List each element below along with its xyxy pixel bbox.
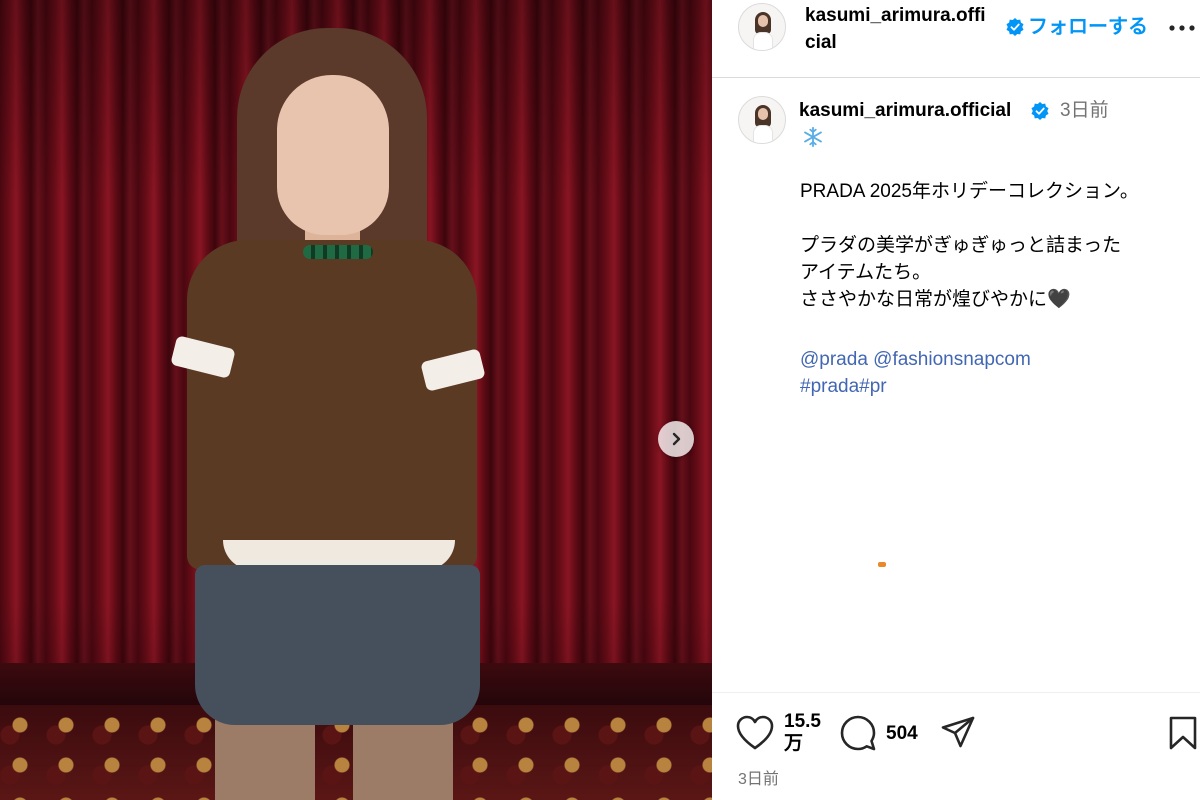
- speech-bubble-icon[interactable]: [840, 715, 876, 751]
- post-media[interactable]: [0, 0, 712, 800]
- model-figure: [165, 20, 495, 800]
- bookmark-icon[interactable]: [1168, 715, 1198, 751]
- author-avatar[interactable]: [738, 3, 786, 51]
- verified-badge-icon: [1006, 18, 1024, 36]
- green-jewel-necklace: [303, 245, 373, 259]
- caption-timestamp[interactable]: 3日前: [1060, 98, 1109, 124]
- post-timestamp[interactable]: 3日前: [738, 765, 779, 789]
- hashtag-link[interactable]: #prada: [800, 376, 859, 397]
- gray-shorts: [195, 565, 480, 725]
- heart-outline-icon[interactable]: [736, 715, 774, 751]
- chevron-right-icon: [672, 432, 681, 446]
- more-horizontal-icon[interactable]: [1168, 14, 1196, 42]
- follow-button[interactable]: フォローする: [1028, 13, 1148, 41]
- model-face: [277, 75, 389, 235]
- mention-link[interactable]: @fashionsnapcom: [873, 349, 1031, 370]
- small-decoration: [878, 562, 886, 567]
- next-image-button[interactable]: [658, 421, 694, 457]
- comment-count[interactable]: 504: [886, 723, 918, 745]
- post-header: kasumi_arimura.official フォローする: [712, 0, 1200, 78]
- post-footer: 15.5 万 504 3日前: [712, 692, 1200, 800]
- snowflake-icon: [804, 126, 822, 148]
- verified-badge-icon: [1031, 102, 1049, 120]
- paper-plane-icon[interactable]: [940, 715, 976, 751]
- mention-link[interactable]: @prada: [800, 349, 868, 370]
- like-count[interactable]: 15.5 万: [784, 711, 828, 755]
- caption-tags: @prada @fashionsnapcom #prada#pr: [800, 346, 1195, 400]
- caption-username[interactable]: kasumi_arimura.official: [799, 98, 1011, 124]
- post-sidebar: kasumi_arimura.official フォローする kasumi_ar…: [712, 0, 1200, 800]
- hashtag-link[interactable]: #pr: [859, 376, 886, 397]
- caption-text: PRADA 2025年ホリデーコレクション。 プラダの美学がぎゅぎゅっと詰まった…: [800, 181, 1139, 310]
- brown-knit-sweater: [187, 240, 477, 570]
- author-username[interactable]: kasumi_arimura.official: [805, 2, 995, 56]
- caption-author-avatar[interactable]: [738, 96, 786, 144]
